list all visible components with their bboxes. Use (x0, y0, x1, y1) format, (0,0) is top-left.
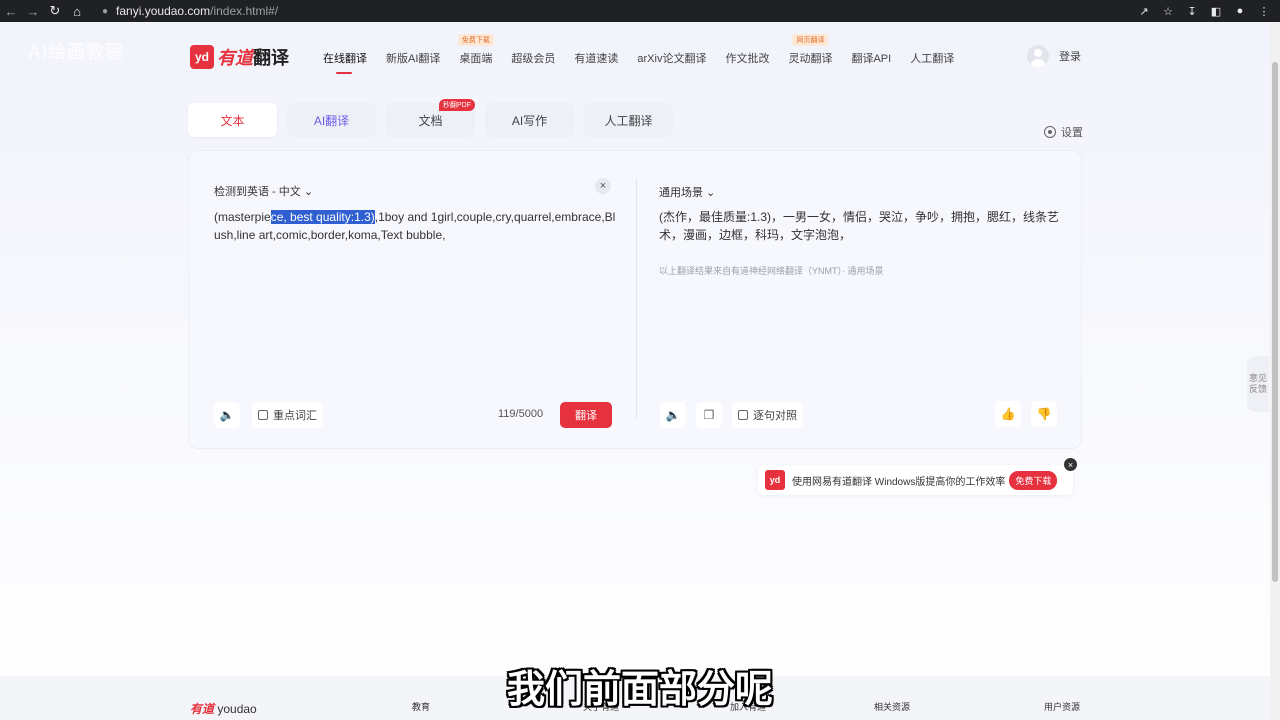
clear-input-button[interactable]: × (595, 178, 611, 194)
copy-icon[interactable]: ❐ (696, 402, 722, 428)
nav-tag-web-translate: 网页翻译 (792, 34, 829, 46)
top-nav: 在线翻译 新版AI翻译 免费下载 桌面端 超级会员 有道速读 arXiv论文翻译 … (323, 34, 973, 74)
target-speaker-icon[interactable]: 🔈 (660, 402, 686, 428)
nav-item-speed-read[interactable]: 有道速读 (574, 50, 618, 66)
scrollbar-thumb[interactable] (1272, 62, 1278, 582)
translation-source-note: 以上翻译结果来自有道神经网络翻译（YNMT）· 通用场景 (659, 266, 884, 276)
feedback-tab[interactable]: 意见反馈 (1247, 356, 1269, 412)
watermark: AI绘画教程 (28, 42, 124, 62)
share-icon[interactable]: ↗ (1136, 3, 1152, 19)
gear-icon (1044, 126, 1056, 138)
nav-item-arxiv[interactable]: arXiv论文翻译 (637, 50, 706, 66)
user-login[interactable]: 登录 (1027, 45, 1081, 67)
checkbox-icon[interactable] (258, 410, 268, 420)
avatar[interactable] (1027, 45, 1049, 67)
nav-item-lingdong[interactable]: 网页翻译 灵动翻译 (788, 34, 832, 66)
forward-icon[interactable]: → (22, 0, 44, 22)
nav-item-vip[interactable]: 超级会员 (511, 50, 555, 66)
settings-button[interactable]: 设置 (1044, 124, 1083, 140)
thumbs-up-icon[interactable]: 👍 (995, 401, 1021, 427)
download-icon[interactable]: ↧ (1184, 3, 1200, 19)
nav-tag-free-download: 免费下载 (457, 34, 494, 46)
browser-toolbar: ← → ↻ ⌂ ● fanyi.youdao.com/index.html#/ … (0, 0, 1280, 22)
chevron-down-icon: ⌄ (706, 187, 716, 199)
logo-brand: 有道 (217, 48, 253, 68)
sentence-compare-toggle[interactable]: 逐句对照 (732, 402, 803, 428)
url-host: fanyi.youdao.com (116, 4, 211, 18)
focus-words-label: 重点词汇 (273, 410, 317, 422)
nav-item-ai-translate[interactable]: 新版AI翻译 (386, 50, 440, 66)
focus-words-toggle[interactable]: 重点词汇 (252, 402, 323, 428)
logo-mark: yd (190, 45, 214, 69)
bookmark-star-icon[interactable]: ☆ (1160, 3, 1176, 19)
site-logo[interactable]: yd 有道 翻译 (190, 44, 289, 70)
profile-icon[interactable]: ● (1232, 3, 1248, 19)
mode-tabs: 文本 AI翻译 秒翻PDF 文档 AI写作 人工翻译 (188, 99, 673, 137)
address-bar[interactable]: ● fanyi.youdao.com/index.html#/ (102, 4, 278, 18)
promo-download-button[interactable]: 免费下载 (1009, 470, 1058, 490)
url-path: /index.html#/ (210, 4, 279, 18)
promo-logo: yd (765, 470, 785, 490)
source-text-selection: ce, best quality:1.3) (270, 210, 375, 224)
promo-text: 使用网易有道翻译 Windows版提高你的工作效率 (792, 476, 1006, 488)
settings-label: 设置 (1061, 127, 1083, 139)
promo-close-icon[interactable]: × (1064, 458, 1077, 471)
panel-divider (636, 179, 637, 419)
translate-button[interactable]: 翻译 (560, 402, 612, 428)
nav-item-api[interactable]: 翻译API (851, 50, 891, 66)
nav-item-desktop[interactable]: 免费下载 桌面端 (457, 34, 494, 66)
tab-ai-writing[interactable]: AI写作 (485, 103, 574, 137)
scrollbar[interactable] (1270, 22, 1280, 720)
tab-text[interactable]: 文本 (188, 103, 277, 137)
sidebar-icon[interactable]: ◧ (1208, 3, 1224, 19)
download-promo[interactable]: yd 使用网易有道翻译 Windows版提高你的工作效率 免费下载 × (758, 458, 1077, 495)
home-icon[interactable]: ⌂ (66, 0, 88, 22)
source-text-before: (masterpie (214, 210, 271, 224)
nav-item-essay[interactable]: 作文批改 (725, 50, 769, 66)
scene-select[interactable]: 通用场景 ⌄ (659, 184, 715, 200)
pdf-badge: 秒翻PDF (439, 99, 475, 111)
checkbox-icon[interactable] (738, 410, 748, 420)
menu-icon[interactable]: ⋮ (1256, 3, 1272, 19)
login-link[interactable]: 登录 (1059, 48, 1081, 64)
chevron-down-icon: ⌄ (303, 186, 314, 198)
back-icon[interactable]: ← (0, 0, 22, 22)
source-text-input[interactable]: (masterpiece, best quality:1.3),1boy and… (214, 208, 619, 244)
video-subtitle: 我们前面部分呢 (506, 667, 773, 711)
translate-panel: 检测到英语 - 中文 ⌄ × (masterpiece, best qualit… (188, 150, 1082, 449)
logo-product: 翻译 (253, 48, 289, 68)
char-counter: 119/5000 (498, 408, 544, 420)
target-text-output: (杰作，最佳质量:1.3)，一男一女，情侣，哭泣，争吵，拥抱，腮红，线条艺术，漫… (659, 210, 1060, 242)
nav-item-human-translate[interactable]: 人工翻译 (910, 50, 954, 66)
lock-icon: ● (102, 5, 109, 17)
nav-item-online-translate[interactable]: 在线翻译 (323, 50, 367, 74)
source-language-select[interactable]: 检测到英语 - 中文 ⌄ (214, 183, 313, 199)
sentence-compare-label: 逐句对照 (753, 410, 797, 422)
tab-ai-translate[interactable]: AI翻译 (287, 103, 376, 137)
thumbs-down-icon[interactable]: 👎 (1031, 401, 1057, 427)
speaker-icon[interactable]: 🔈 (214, 402, 240, 428)
reload-icon[interactable]: ↻ (44, 0, 66, 22)
tab-human-translate[interactable]: 人工翻译 (584, 103, 673, 137)
tab-document[interactable]: 秒翻PDF 文档 (386, 99, 475, 137)
